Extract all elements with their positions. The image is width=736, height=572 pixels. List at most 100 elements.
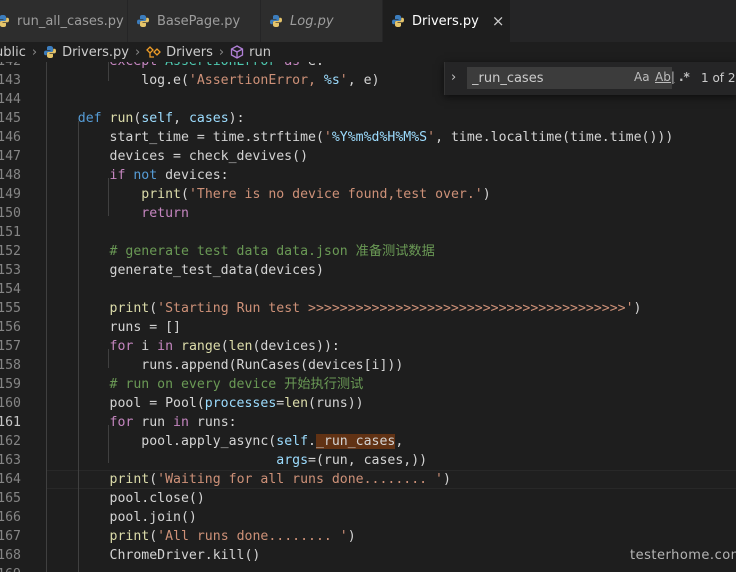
code-token: %s: [323, 73, 340, 88]
code-text: devices = check_devives(): [46, 147, 309, 166]
chevron-right-icon: ›: [134, 44, 141, 60]
code-token: ChromeDriver.kill(): [46, 548, 261, 563]
line-number: 144: [0, 92, 21, 107]
breadcrumb-label: run: [249, 44, 271, 60]
code-line[interactable]: 162 pool.apply_async(self._run_cases,: [0, 432, 736, 451]
code-token: 'Starting Run test >>>>>>>>>>>>>>>>>>>>>…: [157, 301, 634, 316]
tab-label: Log.py: [290, 13, 334, 29]
tab-drivers[interactable]: Drivers.py ×: [383, 0, 511, 42]
breadcrumb-class[interactable]: Drivers: [146, 45, 213, 60]
code-token: log.e(: [46, 73, 189, 88]
code-text: generate_test_data(devices): [46, 261, 324, 280]
code-token: e:: [308, 62, 324, 69]
code-token: ): [482, 187, 491, 202]
code-text: return: [46, 204, 189, 223]
code-token: devices:: [165, 168, 229, 183]
code-token: as: [276, 62, 308, 69]
code-token: =(run, cases,)): [308, 453, 428, 468]
code-token: ): [633, 301, 642, 316]
match-case-icon[interactable]: Aa: [634, 70, 650, 84]
code-line[interactable]: 150 return: [0, 204, 736, 223]
find-widget: › Aa Ab| .* 1 of 2: [444, 62, 736, 95]
code-line[interactable]: 155 print('Starting Run test >>>>>>>>>>>…: [0, 299, 736, 318]
code-line[interactable]: 156 runs = []: [0, 318, 736, 337]
code-token: i: [141, 339, 158, 354]
code-token: (: [180, 187, 189, 202]
line-number: 142: [0, 62, 21, 71]
search-match-highlight: _run_cases: [315, 434, 396, 449]
code-line[interactable]: 152 # generate test data data.json 准备测试数…: [0, 242, 736, 261]
code-line[interactable]: 153 generate_test_data(devices): [0, 261, 736, 280]
breadcrumb-file[interactable]: Drivers.py: [43, 45, 129, 60]
line-number: 147: [0, 149, 21, 164]
code-line[interactable]: 163 args=(run, cases,)): [0, 451, 736, 470]
line-number: 163: [0, 453, 21, 468]
code-token: %Y%m%d%H%M%S: [331, 130, 428, 145]
code-token: 'All runs done........ ': [157, 529, 348, 544]
class-icon: [146, 45, 162, 58]
code-line[interactable]: 157 for i in range(len(devices)):: [0, 337, 736, 356]
code-line[interactable]: 159 # run on every device 开始执行测试: [0, 375, 736, 394]
code-line[interactable]: 169: [0, 565, 736, 572]
chevron-right-icon: ›: [218, 44, 225, 60]
code-token: pool.join(): [46, 510, 197, 525]
code-token: 'AssertionError,: [188, 73, 324, 88]
code-token: len: [284, 396, 309, 411]
code-token: ): [347, 529, 356, 544]
code-line[interactable]: 151: [0, 223, 736, 242]
code-line[interactable]: 167 print('All runs done........ '): [0, 527, 736, 546]
whole-word-icon[interactable]: Ab|: [655, 70, 675, 84]
code-line[interactable]: 146 start_time = time.strftime('%Y%m%d%H…: [0, 128, 736, 147]
code-token: pool.apply_async(: [46, 434, 277, 449]
code-line[interactable]: 154: [0, 280, 736, 299]
code-line[interactable]: 160 pool = Pool(processes=len(runs)): [0, 394, 736, 413]
code-text: if not devices:: [46, 166, 229, 185]
code-token: len: [228, 339, 253, 354]
line-number: 156: [0, 320, 21, 335]
code-token: self: [276, 434, 309, 449]
tab-log[interactable]: Log.py: [261, 0, 383, 42]
code-line[interactable]: 158 runs.append(RunCases(devices[i])): [0, 356, 736, 375]
code-line[interactable]: 166 pool.join(): [0, 508, 736, 527]
code-text: pool.join(): [46, 508, 197, 527]
code-line[interactable]: 168 ChromeDriver.kill(): [0, 546, 736, 565]
code-token: (: [149, 529, 158, 544]
python-file-icon: [0, 14, 10, 28]
code-token: (devices)):: [252, 339, 340, 354]
code-line[interactable]: 165 pool.close(): [0, 489, 736, 508]
breadcrumb-folder[interactable]: ublic: [0, 45, 26, 60]
code-token: ': [427, 130, 436, 145]
regex-icon[interactable]: .*: [679, 70, 690, 84]
code-line[interactable]: 161 for run in runs:: [0, 413, 736, 432]
code-token: self: [141, 111, 174, 126]
code-text: except AssertionError as e:: [46, 62, 324, 71]
breadcrumb-label: ublic: [0, 44, 26, 60]
breadcrumb-method[interactable]: run: [230, 45, 271, 60]
tab-bar: run_all_cases.py BasePage.py Log.py Driv…: [0, 0, 736, 42]
code-token: for: [46, 415, 142, 430]
code-line[interactable]: 148 if not devices:: [0, 166, 736, 185]
code-token: run: [141, 415, 174, 430]
breadcrumb-label: Drivers: [166, 44, 213, 60]
tab-run-all-cases[interactable]: run_all_cases.py: [0, 0, 128, 42]
code-token: (: [149, 301, 158, 316]
close-icon[interactable]: ×: [492, 12, 505, 30]
code-line[interactable]: 164 print('Waiting for all runs done....…: [0, 470, 736, 489]
code-token: ,: [395, 434, 404, 449]
line-number: 165: [0, 491, 21, 506]
code-line[interactable]: 149 print('There is no device found,test…: [0, 185, 736, 204]
tab-basepage[interactable]: BasePage.py: [128, 0, 261, 42]
code-token: , e): [347, 73, 380, 88]
code-editor[interactable]: 142 except AssertionError as e: 143 log.e…: [0, 62, 736, 572]
code-token: print: [46, 187, 181, 202]
code-line[interactable]: 145 def run(self, cases):: [0, 109, 736, 128]
code-line[interactable]: 147 devices = check_devives(): [0, 147, 736, 166]
breadcrumb: ublic › Drivers.py › Drivers › run: [0, 42, 736, 62]
code-token: args: [276, 453, 309, 468]
chevron-right-icon[interactable]: ›: [451, 70, 456, 85]
code-token: not: [133, 168, 166, 183]
code-token: def: [46, 111, 110, 126]
code-token: (: [149, 472, 158, 487]
code-text: print('Starting Run test >>>>>>>>>>>>>>>…: [46, 299, 642, 318]
